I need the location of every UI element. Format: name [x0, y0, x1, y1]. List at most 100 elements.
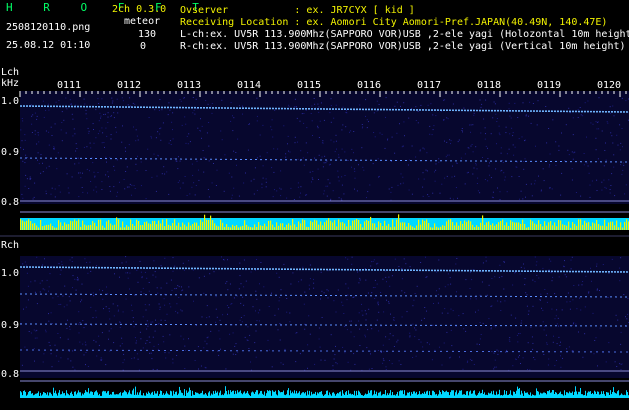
meteor-bar: [332, 222, 334, 230]
noise-speck: [558, 325, 559, 327]
noise-speck: [313, 287, 315, 289]
noise-speck: [178, 297, 180, 298]
noise-speck: [60, 269, 62, 271]
noise-speck: [39, 282, 41, 284]
meteor-bar: [590, 226, 592, 230]
level-bar: [93, 394, 94, 398]
noise-speck: [422, 186, 424, 188]
noise-speck: [619, 363, 621, 365]
noise-speck: [34, 337, 36, 339]
level-bar: [499, 389, 500, 398]
noise-speck: [184, 368, 186, 369]
noise-speck: [418, 339, 420, 341]
level-bar: [488, 392, 489, 398]
noise-speck: [608, 342, 610, 344]
level-bar: [127, 394, 128, 398]
meteor-bar: [248, 226, 250, 230]
meteor-bar: [582, 224, 584, 230]
meteor-bar: [288, 223, 290, 230]
noise-speck: [236, 295, 238, 297]
noise-speck: [616, 366, 618, 367]
level-bar: [555, 392, 556, 398]
noise-speck: [530, 183, 532, 185]
level-bar: [529, 394, 530, 398]
noise-speck: [500, 152, 502, 154]
noise-speck: [602, 264, 604, 265]
level-bar: [287, 390, 288, 398]
noise-speck: [30, 179, 31, 180]
noise-speck: [185, 123, 187, 125]
level-bar: [205, 393, 206, 398]
level-bar: [459, 390, 460, 398]
noise-speck: [614, 195, 616, 197]
noise-speck: [151, 176, 153, 178]
noise-speck: [443, 99, 445, 101]
noise-speck: [97, 172, 99, 173]
noise-speck: [620, 142, 622, 144]
level-bar: [327, 390, 328, 398]
noise-speck: [158, 323, 160, 325]
noise-speck: [388, 338, 390, 340]
noise-speck: [30, 178, 32, 179]
noise-speck: [179, 160, 181, 162]
meteor-bar: [532, 221, 534, 230]
meteor-bar: [158, 220, 160, 230]
noise-speck: [86, 146, 88, 148]
meteor-bar: [192, 224, 194, 230]
level-bar: [129, 390, 130, 398]
noise-speck: [161, 325, 163, 327]
noise-speck: [207, 336, 209, 338]
meteor-bar: [404, 222, 406, 230]
noise-speck: [165, 357, 167, 359]
noise-speck: [182, 262, 184, 264]
level-bar: [476, 395, 477, 398]
noise-speck: [101, 358, 103, 360]
meteor-bar: [334, 220, 336, 230]
noise-speck: [438, 161, 440, 163]
meteor-bar: [116, 217, 118, 230]
noise-speck: [532, 342, 534, 344]
noise-speck: [116, 159, 118, 161]
level-bar: [612, 392, 613, 398]
noise-speck: [108, 338, 109, 340]
noise-speck: [98, 344, 100, 346]
noise-speck: [189, 141, 191, 143]
noise-speck: [572, 117, 574, 119]
meteor-bar: [196, 222, 198, 230]
noise-speck: [512, 284, 514, 286]
noise-speck: [416, 285, 418, 287]
level-bar: [518, 388, 519, 398]
meteor-bar: [184, 224, 186, 230]
level-bar: [33, 395, 34, 398]
noise-speck: [314, 363, 316, 365]
noise-speck: [619, 124, 621, 126]
noise-speck: [230, 102, 232, 104]
noise-speck: [111, 102, 113, 104]
meteor-bar: [448, 219, 450, 230]
noise-speck: [323, 162, 325, 164]
meteor-bar: [266, 226, 268, 230]
noise-speck: [109, 156, 111, 158]
meteor-bar: [420, 224, 422, 230]
noise-speck: [137, 139, 139, 141]
level-bar: [238, 392, 239, 398]
noise-speck: [435, 169, 437, 171]
noise-speck: [299, 120, 301, 122]
level-bar: [520, 394, 521, 398]
level-bar: [527, 392, 528, 398]
level-bar: [460, 390, 461, 398]
noise-speck: [337, 176, 339, 178]
noise-speck: [249, 334, 251, 336]
level-bar: [605, 395, 606, 398]
noise-speck: [45, 109, 47, 111]
noise-speck: [341, 129, 343, 131]
noise-speck: [177, 168, 179, 170]
level-bar: [545, 393, 546, 398]
level-bar: [482, 389, 483, 398]
level-bar: [381, 395, 382, 398]
meteor-bar: [560, 220, 562, 230]
level-bar: [130, 393, 131, 398]
noise-speck: [371, 368, 373, 369]
noise-speck: [572, 299, 574, 301]
noise-speck: [595, 137, 597, 139]
